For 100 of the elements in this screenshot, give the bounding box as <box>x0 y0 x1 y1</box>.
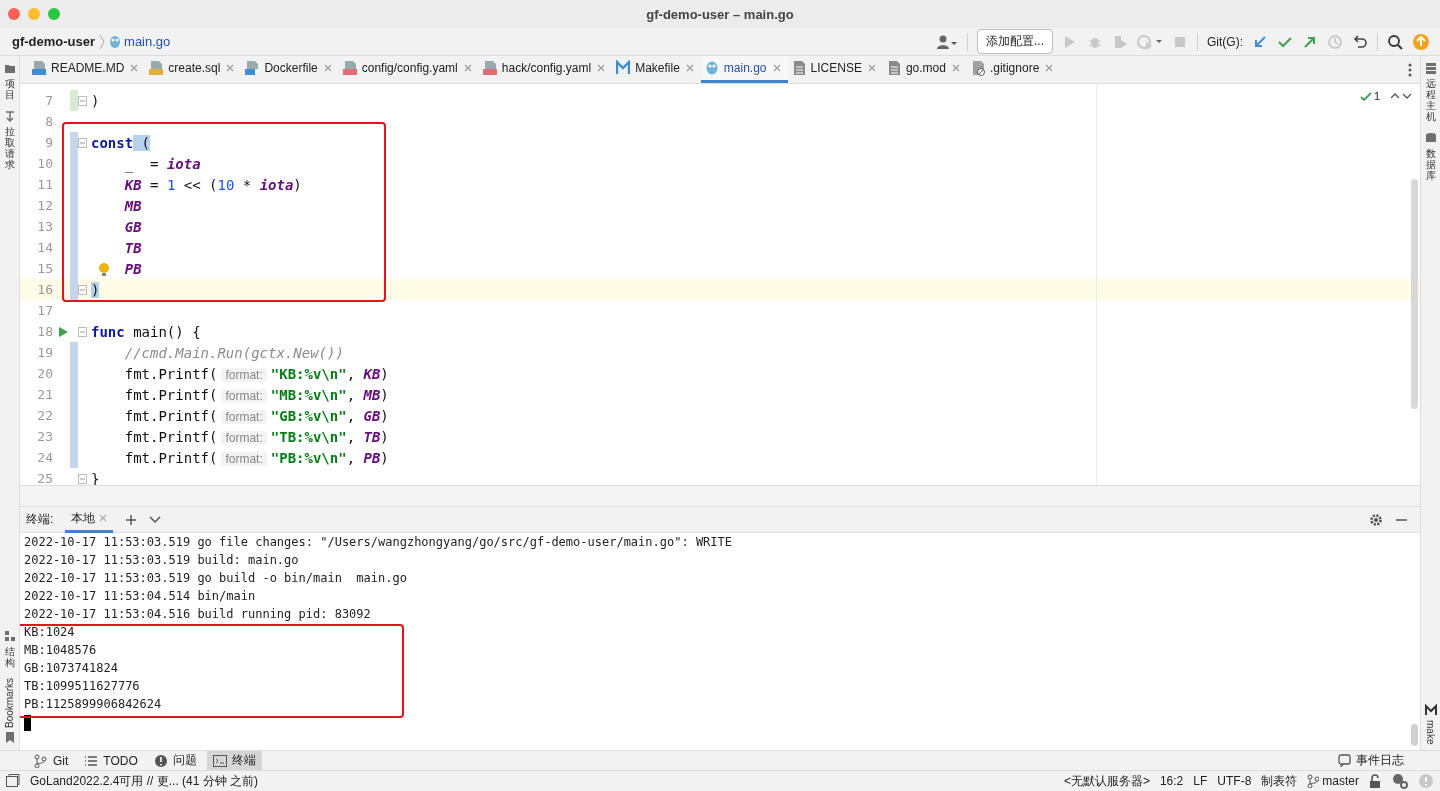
status-item[interactable]: <无默认服务器> <box>1063 772 1150 790</box>
fold-icon[interactable] <box>78 473 87 484</box>
editor-tab[interactable]: README.MD <box>28 56 146 83</box>
change-marker[interactable] <box>70 132 78 153</box>
code-line: KB = 1 << (10 * iota) <box>124 176 302 193</box>
fold-icon[interactable] <box>78 95 87 106</box>
scrollbar[interactable] <box>1411 724 1418 746</box>
breadcrumb-item[interactable]: gf-demo-user <box>12 34 96 49</box>
tool-window-button[interactable]: Git <box>28 750 75 771</box>
tool-window-button[interactable]: TODO <box>78 750 144 771</box>
close-icon[interactable] <box>225 63 236 73</box>
panel-toggle-icon[interactable] <box>6 774 20 788</box>
line-number: 14 <box>36 240 54 255</box>
editor-tab[interactable]: .gitignore <box>966 56 1061 83</box>
inspection-widget[interactable]: 1 <box>1359 90 1412 102</box>
tool-window-button[interactable]: 结构 <box>3 630 16 668</box>
status-item[interactable]: UTF-8 <box>1217 774 1252 788</box>
chevron-down-icon[interactable] <box>149 515 162 524</box>
clock-icon[interactable] <box>1327 33 1343 50</box>
code-line: PB <box>124 260 142 277</box>
terminal-icon <box>212 753 227 768</box>
editor-tab[interactable]: create.sql <box>145 56 242 83</box>
editor-tab[interactable]: Makefile <box>612 56 701 83</box>
tool-window-button[interactable]: 拉取请求 <box>3 110 16 170</box>
editor-tab[interactable]: LICENSE <box>787 56 883 83</box>
close-icon[interactable] <box>596 63 607 73</box>
scrollbar[interactable] <box>1411 179 1418 409</box>
code-line: } <box>91 470 100 485</box>
tool-window-button[interactable]: 问题 <box>147 750 203 771</box>
tool-window-button[interactable]: 远程主机 <box>1424 62 1437 122</box>
status-item[interactable]: 制表符 <box>1261 772 1298 790</box>
code-line: fmt.Printf( format: "PB:%v\n", PB) <box>124 449 389 466</box>
coverage-icon[interactable] <box>1112 33 1128 50</box>
minimize-button[interactable] <box>28 8 40 20</box>
line-number: 20 <box>36 366 54 381</box>
change-marker[interactable] <box>70 447 78 468</box>
plus-icon[interactable] <box>125 513 138 526</box>
search-icon[interactable] <box>1387 33 1403 50</box>
editor-tab[interactable]: Dockerfile <box>241 56 339 83</box>
close-icon[interactable] <box>129 63 140 73</box>
line-number: 8 <box>44 114 54 129</box>
zoom-button[interactable] <box>48 8 60 20</box>
change-marker[interactable] <box>70 90 78 111</box>
yaml-file-icon <box>482 60 497 76</box>
close-icon[interactable] <box>771 63 782 73</box>
settings-icon[interactable] <box>1369 512 1383 527</box>
line-number: 25 <box>36 471 54 485</box>
update-icon[interactable] <box>1412 32 1430 51</box>
git-label: Git(G): <box>1207 34 1243 49</box>
close-icon[interactable] <box>950 63 961 73</box>
status-item[interactable]: master <box>1307 774 1359 788</box>
event-log-button[interactable]: 事件日志 <box>1332 750 1410 771</box>
terminal-line: KB:1024 <box>24 625 76 641</box>
tool-window-button[interactable]: Bookmarks <box>3 678 16 744</box>
code-line: fmt.Printf( format: "TB:%v\n", TB) <box>124 428 389 445</box>
terminal-line: 2022-10-17 11:53:04.516 build running pid: 83092 <box>24 607 372 623</box>
close-icon[interactable] <box>99 514 108 522</box>
status-item[interactable]: LF <box>1193 774 1208 788</box>
line-number: 10 <box>36 156 54 171</box>
light-bulb-icon[interactable] <box>98 262 110 276</box>
line-number: 23 <box>36 429 54 444</box>
add-configuration-button[interactable]: 添加配置... <box>977 29 1053 54</box>
fold-icon[interactable] <box>78 284 87 295</box>
close-icon[interactable] <box>1044 63 1055 73</box>
check-icon <box>1359 90 1372 102</box>
code-line: func main() { <box>91 323 201 340</box>
breadcrumb-item[interactable]: main.go <box>109 34 171 49</box>
editor-tab[interactable]: config/config.yaml <box>338 56 479 83</box>
user-icon[interactable] <box>936 33 958 50</box>
close-icon[interactable] <box>684 63 695 73</box>
fold-icon[interactable] <box>78 326 87 337</box>
more-icon[interactable] <box>1408 62 1412 77</box>
close-icon[interactable] <box>462 63 473 73</box>
code-line: MB <box>124 197 142 214</box>
run-icon[interactable] <box>57 325 68 338</box>
status-message[interactable]: GoLand2022.2.4可用 // 更... (41 分钟 之前) <box>30 772 259 790</box>
terminal-tab[interactable]: 本地 <box>65 506 114 533</box>
editor-tab[interactable]: go.mod <box>882 56 967 83</box>
arrow-down-left-icon[interactable] <box>1252 33 1268 50</box>
change-marker[interactable] <box>70 342 78 363</box>
profiler-icon[interactable] <box>1137 33 1163 50</box>
close-icon[interactable] <box>866 63 877 73</box>
code-line: const ( <box>91 134 150 151</box>
change-marker[interactable] <box>70 279 78 300</box>
tool-window-button[interactable]: 终端 <box>206 750 262 771</box>
editor-tab[interactable]: main.go <box>700 56 788 83</box>
line-number: 15 <box>36 261 54 276</box>
warning-icon[interactable] <box>1418 773 1434 789</box>
pull-request-icon <box>3 110 16 123</box>
fold-icon[interactable] <box>78 137 87 148</box>
splitter-bar[interactable] <box>20 485 1420 507</box>
editor-tab[interactable]: hack/config.yaml <box>478 56 613 83</box>
tool-window-button[interactable]: make <box>1424 703 1437 744</box>
status-item[interactable]: 16:2 <box>1159 774 1184 788</box>
lock-icon[interactable] <box>1369 774 1381 788</box>
undo-icon[interactable] <box>1352 33 1368 50</box>
close-button[interactable] <box>8 8 20 20</box>
close-icon[interactable] <box>322 63 333 73</box>
tool-window-button[interactable]: 数据库 <box>1424 132 1437 181</box>
tool-window-button[interactable]: 项目 <box>3 62 16 100</box>
